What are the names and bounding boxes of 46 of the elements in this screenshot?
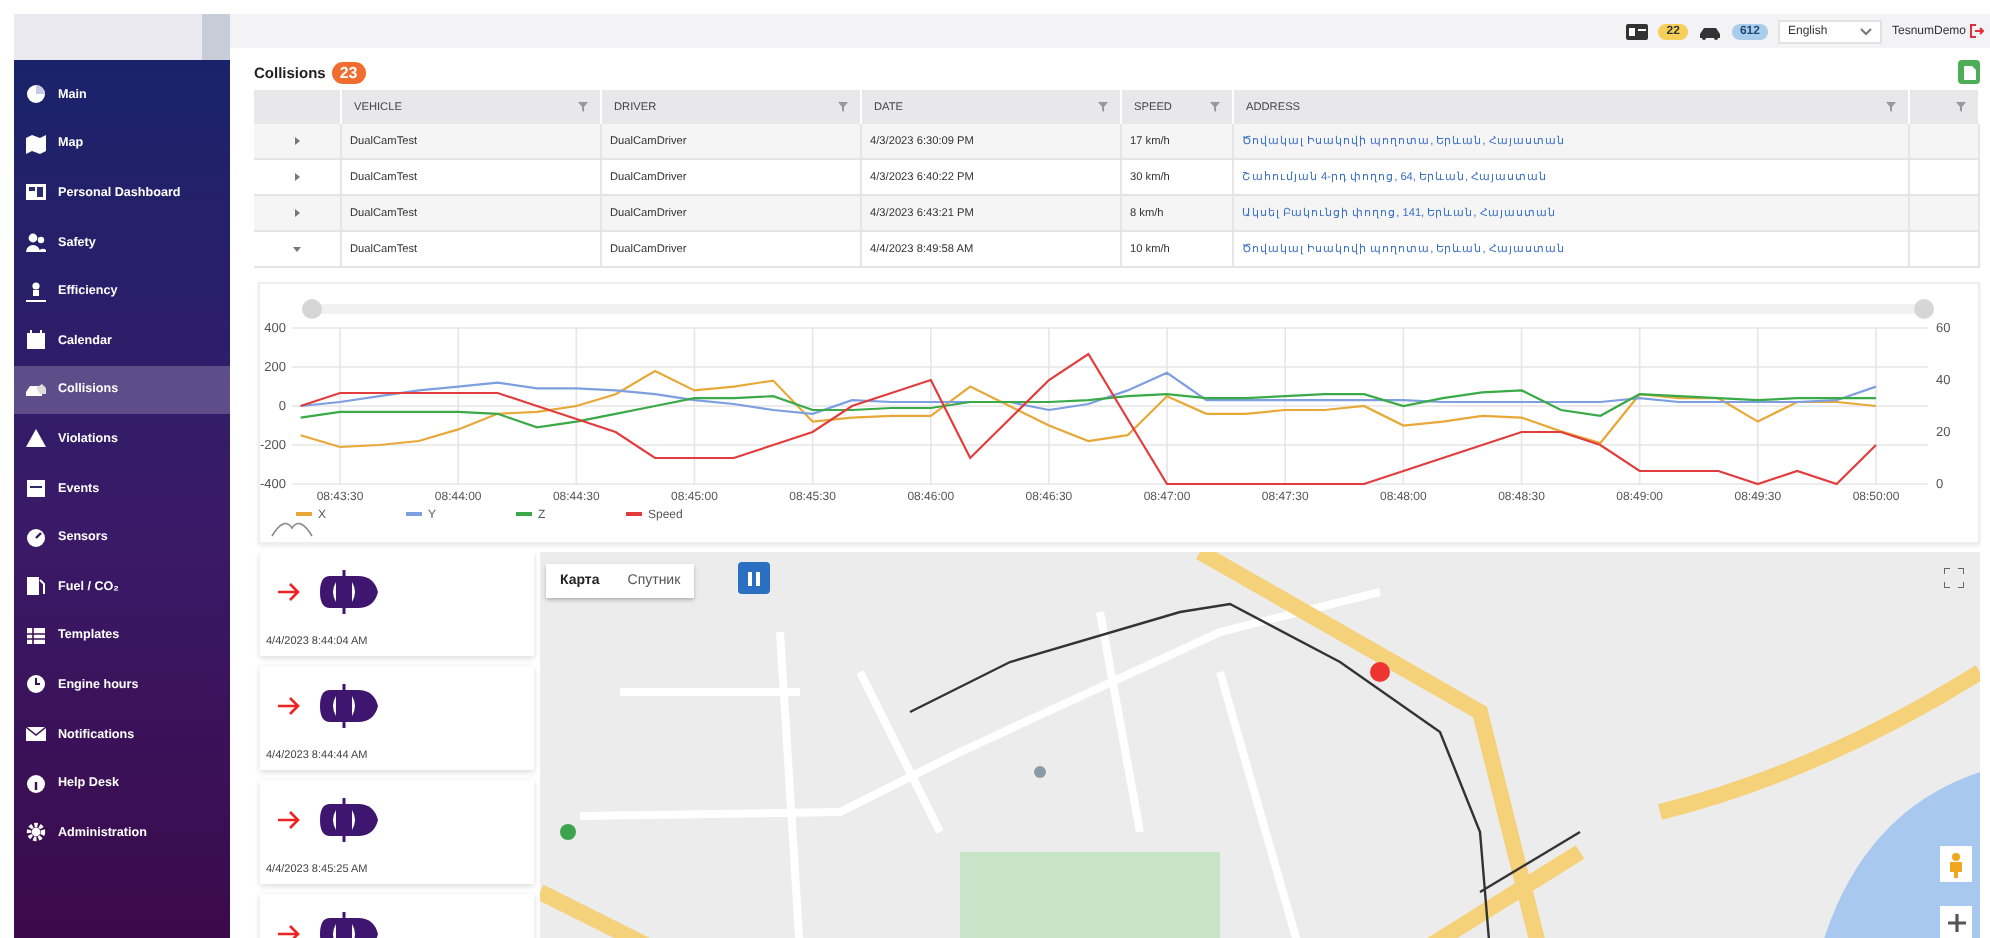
users-icon	[26, 232, 46, 253]
arrow-icon	[278, 810, 302, 830]
navigator-icon[interactable]	[271, 522, 313, 537]
filter-icon[interactable]	[1098, 102, 1108, 112]
fuel-icon	[26, 576, 46, 597]
arrow-icon	[278, 696, 302, 716]
pause-button[interactable]	[738, 562, 770, 594]
street-view-button[interactable]	[1940, 846, 1972, 882]
dashboard-icon	[26, 182, 46, 203]
envelope-icon	[26, 724, 46, 745]
document-icon	[1963, 65, 1975, 79]
count-badge: 23	[331, 61, 366, 83]
table-icon	[26, 625, 46, 646]
warning-icon	[26, 428, 46, 449]
info-icon	[26, 773, 46, 794]
arrow-icon	[278, 924, 302, 938]
pie-chart-icon	[26, 84, 46, 105]
plus-icon	[1947, 913, 1965, 931]
zoom-in-button[interactable]	[1940, 906, 1972, 938]
calendar-icon	[26, 330, 46, 351]
id-card-icon	[1626, 23, 1649, 39]
clock-icon	[26, 674, 46, 695]
filter-icon[interactable]	[1886, 102, 1896, 112]
filter-icon[interactable]	[838, 102, 848, 112]
chart-scrollbar[interactable]	[302, 299, 1934, 319]
collapse-caret-icon[interactable]	[292, 244, 302, 254]
events-icon	[26, 478, 46, 499]
caret-icon	[1859, 27, 1872, 35]
expand-caret-icon[interactable]	[292, 208, 302, 218]
logout-icon	[1970, 24, 1984, 38]
fullscreen-icon[interactable]	[1944, 568, 1964, 588]
map-icon	[26, 133, 46, 154]
expand-caret-icon[interactable]	[292, 172, 302, 182]
expand-caret-icon[interactable]	[292, 136, 302, 146]
car-icon	[1697, 23, 1722, 39]
filter-icon[interactable]	[1956, 102, 1966, 112]
gear-icon	[26, 822, 46, 843]
car-crash-icon	[26, 379, 46, 400]
arrow-icon	[278, 582, 302, 602]
filter-icon[interactable]	[578, 102, 588, 112]
pegman-icon	[1948, 851, 1964, 877]
filter-icon[interactable]	[1210, 102, 1220, 112]
pause-icon	[748, 571, 760, 585]
gauge-icon	[26, 527, 46, 548]
person-icon	[26, 281, 46, 302]
export-button[interactable]	[1958, 60, 1980, 84]
